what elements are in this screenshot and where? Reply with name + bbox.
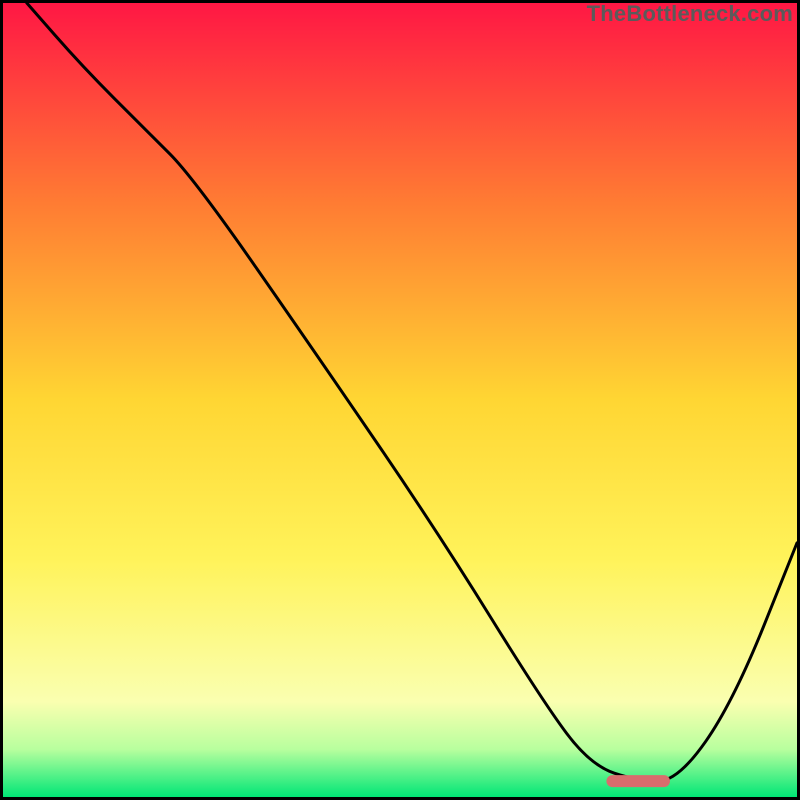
sweet-spot-marker bbox=[606, 775, 670, 787]
chart-background bbox=[3, 3, 797, 797]
watermark-text: TheBottleneck.com bbox=[587, 1, 793, 27]
chart-canvas bbox=[3, 3, 797, 797]
chart-frame: TheBottleneck.com bbox=[0, 0, 800, 800]
